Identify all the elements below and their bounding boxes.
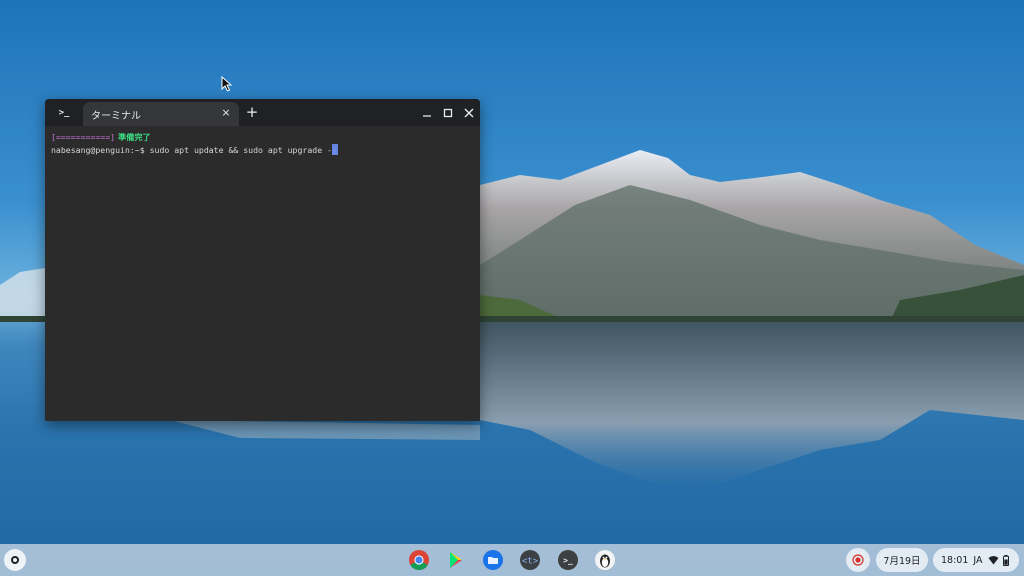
terminal-line-progress: [===========] 準備完了 [51,131,151,143]
ready-status-text: 準備完了 [115,132,151,142]
clock-time: 18:01 [941,554,969,566]
minimize-icon[interactable] [420,106,434,120]
progress-bar-text: [===========] [51,132,116,142]
tab-title: ターミナル [91,111,141,122]
tab-terminal[interactable]: ターミナル × [83,102,239,126]
tab-close-icon[interactable]: × [219,106,233,120]
svg-text:>_: >_ [563,556,573,565]
text-cursor [331,144,338,155]
launcher-icon [11,556,19,564]
command-text: sudo apt update && sudo apt upgrade -y [149,145,337,155]
close-window-icon[interactable] [462,106,476,120]
mouse-cursor-icon [221,76,233,92]
window-titlebar[interactable]: >_ ターミナル × + [45,99,480,126]
svg-text:<t>: <t> [522,557,539,567]
chrome-icon[interactable] [408,549,430,571]
ime-indicator: JA [973,554,983,566]
terminal-icon[interactable]: >_ [557,549,579,571]
record-icon [852,554,864,566]
terminal-app-icon: >_ [58,107,70,118]
terminal-output[interactable]: [===========] 準備完了 nabesang@penguin:~$ s… [45,126,480,421]
launcher-button[interactable] [4,549,26,571]
terminal-line-command: nabesang@penguin:~$ sudo apt update && s… [51,144,338,155]
text-editor-icon[interactable]: <t> [519,549,541,571]
terminal-window[interactable]: >_ ターミナル × + [===========] 準備完了 nabesang… [45,99,480,421]
status-area[interactable]: 18:01 JA [933,548,1019,572]
battery-icon [1002,554,1009,566]
wifi-icon [988,556,999,565]
date-button[interactable]: 7月19日 [876,548,928,572]
play-store-icon[interactable] [445,549,467,571]
files-icon[interactable] [482,549,504,571]
shelf: <t> >_ 7月19日 18:01 JA [0,544,1024,576]
maximize-icon[interactable] [441,106,455,120]
new-tab-button[interactable]: + [244,103,260,121]
shell-prompt: nabesang@penguin:~$ [51,145,150,155]
linux-penguin-icon[interactable] [594,549,616,571]
screen-record-button[interactable] [846,548,870,572]
